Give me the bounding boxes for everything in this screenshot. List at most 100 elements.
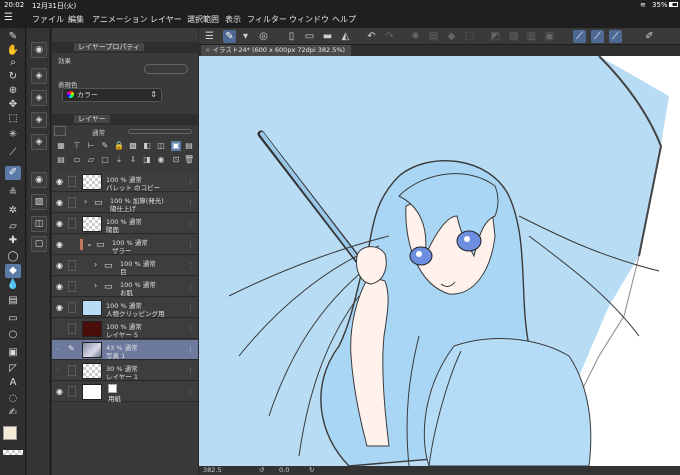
layer-row[interactable]: ◉ › ▭ 100 % 通常 目 ⋮	[52, 256, 198, 276]
zoom-tool-icon[interactable]: ⌕	[5, 56, 21, 70]
layer-lock-box[interactable]	[68, 218, 76, 229]
eraser-icon[interactable]: ▱	[5, 220, 21, 234]
drag-handle-icon[interactable]: ⋮	[187, 241, 194, 249]
new-folder-icon[interactable]: ▢	[100, 155, 110, 165]
zoom-value[interactable]: 382.5	[203, 466, 222, 474]
rotation-value[interactable]: 0.0	[279, 466, 289, 474]
object-tool-icon[interactable]: ⊕	[5, 84, 21, 98]
layer-row-selected[interactable]: · ✎ 43 % 通常 写真 1 ⋮	[52, 340, 198, 360]
eye-hidden-icon[interactable]: ·	[56, 345, 65, 354]
layer-color-icon[interactable]: ◫	[156, 141, 166, 151]
drag-handle-icon[interactable]: ⋮	[187, 304, 194, 312]
chevron-right-icon[interactable]: ›	[84, 197, 87, 206]
subtool-layers-icon[interactable]: ◫	[31, 216, 47, 232]
airbrush-icon[interactable]: ≗	[5, 186, 21, 200]
ruler-tool-icon[interactable]: ◸	[5, 362, 21, 376]
apply-mask-icon[interactable]: ◨	[142, 155, 152, 165]
document-tab[interactable]: × イラスト24* (600 x 600px 72dpi 382.5%)	[201, 45, 352, 56]
layer-row[interactable]: ◉ 100 % 通常 人物クリッピング用 ⋮	[52, 298, 198, 318]
layer-row[interactable]: ◉ › ▭ 100 % 通常 お肌 ⋮	[52, 277, 198, 297]
deselect-icon[interactable]: ◩	[489, 30, 502, 43]
eye-icon[interactable]: ◉	[56, 240, 65, 249]
layer-property-title[interactable]: レイヤープロパティ	[74, 43, 144, 51]
subtool-fill-icon[interactable]: ◉	[31, 42, 47, 58]
subtool-bucket-2-icon[interactable]: ◈	[31, 90, 47, 106]
subtool-folder-icon[interactable]: ▢	[31, 236, 47, 252]
pen-tool-icon[interactable]: ✎	[5, 30, 21, 44]
palette-color-icon[interactable]: ▤	[184, 141, 194, 151]
layer-row[interactable]: ◉ 用紙 ⋮	[52, 382, 198, 403]
eye-icon[interactable]: ◉	[56, 303, 65, 312]
chevron-right-icon[interactable]: ›	[94, 281, 97, 290]
layer-lock-box[interactable]	[68, 365, 76, 376]
mask-create-icon[interactable]: ◉	[156, 155, 166, 165]
rotate-right-icon[interactable]: ↻	[309, 466, 314, 474]
opacity-slider[interactable]	[128, 129, 192, 134]
quick-access-icon[interactable]: ▾	[239, 30, 252, 43]
balloon-tool-icon[interactable]: ◌	[5, 392, 21, 406]
eye-icon[interactable]: ◉	[56, 198, 65, 207]
drag-handle-icon[interactable]: ⋮	[187, 367, 194, 375]
drag-handle-icon[interactable]: ⋮	[187, 283, 194, 291]
selection-icon[interactable]: ▣	[543, 30, 556, 43]
draw-mode-icon[interactable]: ✎	[223, 30, 236, 43]
figure-tool-icon[interactable]: ▭	[5, 312, 21, 326]
reference-icon[interactable]: ⊢	[86, 141, 96, 151]
blend-mode-icon[interactable]	[54, 126, 66, 136]
subtool-material-icon[interactable]: ▨	[31, 194, 47, 210]
rotate-tool-icon[interactable]: ↻	[5, 70, 21, 84]
erase-icon[interactable]: ✺	[409, 30, 422, 43]
drag-handle-icon[interactable]: ⋮	[187, 262, 194, 270]
menu-file[interactable]: ファイル	[32, 14, 64, 25]
eye-icon[interactable]: ◉	[56, 219, 65, 228]
selection-tool-icon[interactable]: ⬚	[5, 112, 21, 126]
rotate-left-icon[interactable]: ↺	[259, 466, 264, 474]
transform-icon[interactable]: ⬚	[463, 30, 476, 43]
layer-row[interactable]: · 100 % 通常 レイヤー 5 ⋮	[52, 319, 198, 339]
fill-tool-icon[interactable]: ◆	[5, 264, 21, 278]
layer-lock-box[interactable]	[68, 386, 76, 397]
drag-handle-icon[interactable]: ⋮	[187, 325, 194, 333]
mask-icon[interactable]: ◧	[142, 141, 152, 151]
view-icon[interactable]: ◎	[257, 30, 270, 43]
eye-icon[interactable]: ◉	[56, 177, 65, 186]
new-file-icon[interactable]: ▯	[285, 30, 298, 43]
subtool-bucket-3-icon[interactable]: ◈	[31, 112, 47, 128]
menu-layer[interactable]: レイヤー	[150, 14, 182, 25]
fill-selection-icon[interactable]: ◆	[445, 30, 458, 43]
expand-selection-icon[interactable]: ▥	[525, 30, 538, 43]
undo-icon[interactable]: ↶	[365, 30, 378, 43]
menu-view[interactable]: 表示	[225, 14, 241, 25]
eye-hidden-icon[interactable]: ·	[56, 366, 65, 375]
layer-lock-box[interactable]	[68, 281, 76, 292]
layer-row[interactable]: · 30 % 通常 レイヤー 1 ⋮	[52, 361, 198, 381]
show-thumbnail-icon[interactable]: ▣	[171, 141, 181, 151]
drop-fill-icon[interactable]: 💧	[5, 278, 21, 292]
gradient-tool-icon[interactable]: ▤	[5, 294, 21, 308]
menu-window[interactable]: ウィンドウ	[289, 14, 329, 25]
subtool-fill-tool-icon[interactable]: ◉	[31, 172, 47, 188]
drag-handle-icon[interactable]: ⋮	[187, 346, 194, 354]
layer-row[interactable]: ◉ › ▭ 100 % 加算(発光) 陽仕上げ ⋮	[52, 193, 198, 213]
subtool-bucket-4-icon[interactable]: ◈	[31, 134, 47, 150]
layer-row[interactable]: ◉ 100 % 通常 パレット のコピー ⋮	[52, 172, 198, 192]
open-file-icon[interactable]: ▭	[303, 30, 316, 43]
app-menu-icon[interactable]: ☰	[4, 12, 13, 23]
layer-lock-box[interactable]	[68, 197, 76, 208]
ruler-icon[interactable]: ⊡	[171, 155, 181, 165]
transparent-color-swatch[interactable]	[3, 450, 23, 455]
draft-icon[interactable]: ✎	[100, 141, 110, 151]
combine-down-icon[interactable]: ⇩	[128, 155, 138, 165]
new-raster-layer-icon[interactable]: ▭	[72, 155, 82, 165]
menu-help[interactable]: ヘルプ	[332, 14, 356, 25]
layer-panel-title[interactable]: レイヤー	[74, 115, 110, 123]
layer-lock-box[interactable]	[68, 176, 76, 187]
menu-edit[interactable]: 編集	[68, 14, 84, 25]
layer-row[interactable]: ◉ ⌄ ▭ 100 % 通常 ザラー ⋮	[52, 235, 198, 255]
drag-handle-icon[interactable]: ⋮	[187, 388, 194, 396]
subtool-bucket-icon[interactable]: ◈	[31, 68, 47, 84]
correction-tool-icon[interactable]: ✍	[5, 406, 21, 420]
lock-icon[interactable]: 🔒	[114, 141, 124, 151]
save-icon[interactable]: ▬	[321, 30, 334, 43]
chevron-down-icon[interactable]: ⌄	[86, 239, 93, 248]
